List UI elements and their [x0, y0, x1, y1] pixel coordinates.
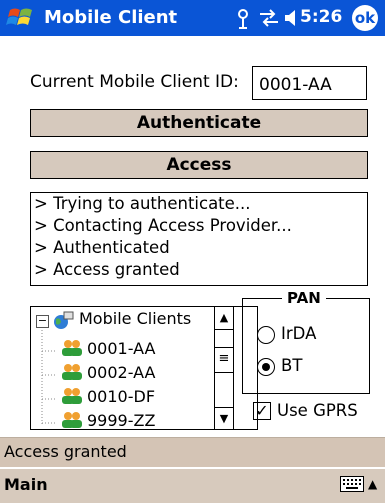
log-textbox[interactable]: > Trying to authenticate... > Contacting…	[30, 192, 368, 286]
connectivity-icon[interactable]	[258, 9, 280, 27]
pan-groupbox	[242, 298, 370, 394]
app-title: Mobile Client	[44, 7, 178, 28]
start-flag-icon[interactable]	[6, 4, 36, 32]
log-line: > Contacting Access Provider...	[34, 216, 292, 235]
pan-group-title: PAN	[282, 289, 326, 307]
users-icon	[62, 412, 82, 428]
menu-main[interactable]: Main	[4, 475, 48, 494]
log-line: > Authenticated	[34, 238, 170, 257]
tree-root-label[interactable]: Mobile Clients	[79, 309, 191, 328]
sip-arrow-icon[interactable]: ▲	[368, 477, 377, 491]
scroll-down-icon[interactable]: ▼	[215, 407, 233, 430]
client-id-label: Current Mobile Client ID:	[30, 72, 239, 92]
scroll-thumb[interactable]: ≡	[215, 347, 233, 373]
bt-label[interactable]: BT	[281, 356, 302, 375]
collapse-toggle[interactable]: −	[36, 315, 49, 328]
log-line: > Access granted	[34, 260, 180, 279]
tree-item[interactable]: 0010-DF	[87, 387, 155, 406]
log-line: > Trying to authenticate...	[34, 194, 251, 213]
menu-bar	[0, 468, 385, 503]
use-gprs-label[interactable]: Use GPRS	[277, 401, 358, 420]
scroll-up-icon[interactable]: ▲	[215, 307, 233, 330]
speaker-icon[interactable]	[284, 9, 298, 27]
clock[interactable]: 5:26	[300, 7, 342, 27]
users-icon	[62, 388, 82, 404]
tree-item[interactable]: 0001-AA	[87, 339, 155, 358]
keyboard-icon[interactable]	[340, 476, 364, 492]
users-icon	[62, 364, 82, 380]
authenticate-button[interactable]: Authenticate	[30, 109, 368, 137]
tree-item[interactable]: 9999-ZZ	[87, 411, 155, 429]
tree-item[interactable]: 0002-AA	[87, 363, 155, 382]
antenna-icon[interactable]	[234, 7, 252, 29]
status-bar: Access granted	[0, 437, 385, 467]
use-gprs-checkbox[interactable]: ✓	[253, 402, 271, 420]
access-button[interactable]: Access	[30, 151, 368, 179]
irda-label[interactable]: IrDA	[281, 324, 316, 343]
bt-radio[interactable]	[257, 358, 275, 376]
tree-scrollbar[interactable]: ▲ ≡ ▼	[214, 306, 234, 430]
irda-radio[interactable]	[257, 326, 275, 344]
client-id-input[interactable]: 0001-AA	[252, 66, 367, 100]
globe-network-icon	[54, 311, 74, 329]
ok-button[interactable]: ok	[352, 5, 378, 31]
radio-selected-dot	[262, 363, 270, 371]
users-icon	[62, 340, 82, 356]
